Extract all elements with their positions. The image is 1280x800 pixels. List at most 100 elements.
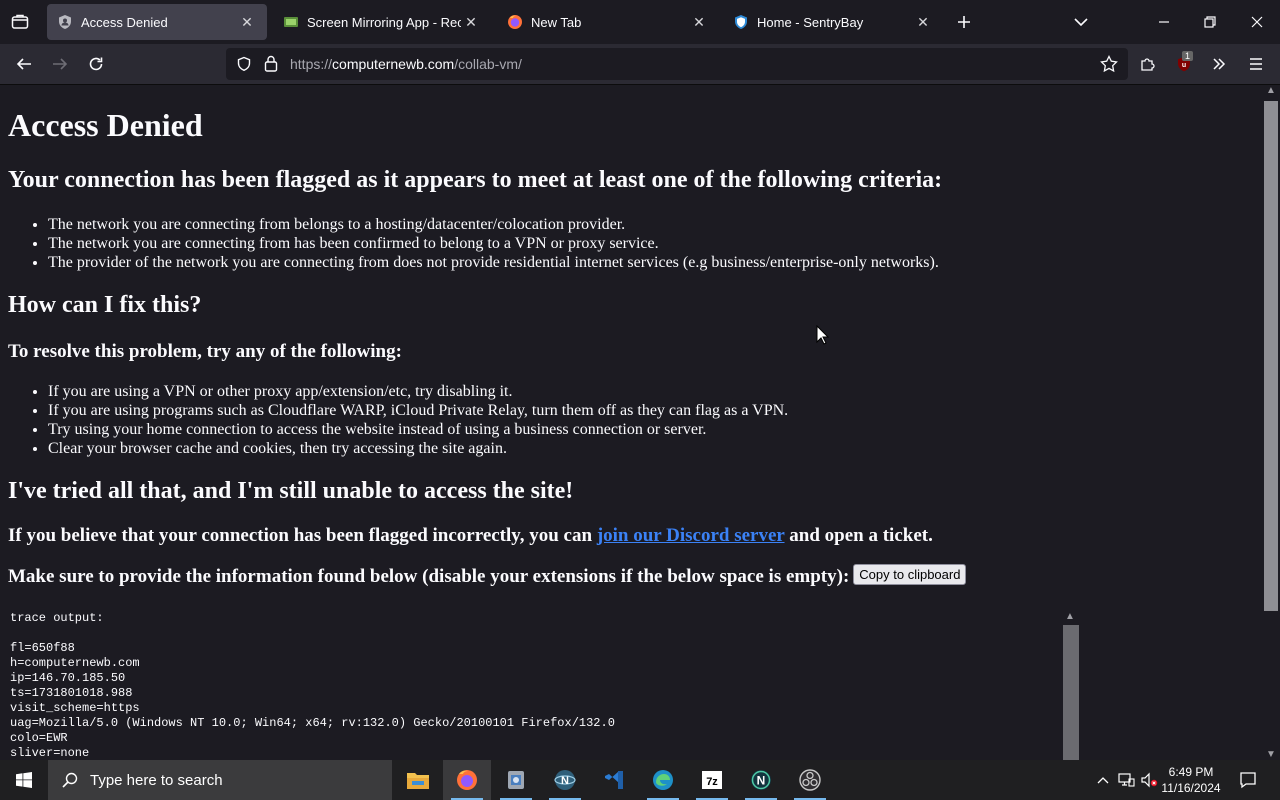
search-icon	[62, 772, 78, 788]
edge-icon	[653, 770, 673, 790]
taskbar-search-box[interactable]: Type here to search	[48, 760, 392, 800]
list-all-tabs-button[interactable]	[1063, 4, 1099, 40]
start-button[interactable]	[0, 760, 48, 800]
taskbar-obs[interactable]	[786, 760, 834, 800]
new-tab-button[interactable]	[946, 4, 982, 40]
firefox-view-icon	[11, 14, 29, 29]
reload-button[interactable]	[80, 48, 112, 80]
close-icon	[1251, 16, 1263, 28]
close-tab-icon[interactable]: ✕	[237, 12, 257, 32]
sentrybay-shield-icon	[735, 15, 747, 29]
clock-time: 6:49 PM	[1168, 765, 1214, 779]
minimize-icon	[1159, 21, 1169, 23]
taskbar-file-explorer[interactable]	[394, 760, 442, 800]
ticket-prefix: If you believe that your connection has …	[8, 525, 597, 546]
criteria-list: The network you are connecting from belo…	[48, 215, 939, 272]
visual-studio-icon	[605, 771, 623, 789]
svg-text:u: u	[1182, 62, 1186, 69]
bookmark-star-icon[interactable]	[1100, 55, 1118, 73]
tab-title: Access Denied	[81, 14, 168, 30]
url-path: /collab-vm/	[454, 56, 522, 72]
close-tab-icon[interactable]: ✕	[913, 12, 933, 32]
network-tray-button[interactable]	[1115, 760, 1137, 800]
url-text[interactable]: https://computernewb.com/collab-vm/	[290, 56, 522, 72]
discord-link[interactable]: join our Discord server	[597, 525, 785, 546]
taskbar-app-installer[interactable]	[492, 760, 540, 800]
network-app-icon: N	[554, 770, 576, 790]
app-menu-button[interactable]	[1240, 48, 1272, 80]
tab-new-tab[interactable]: New Tab ✕	[497, 4, 719, 40]
taskbar-7zip[interactable]: 7z	[688, 760, 736, 800]
tab-title: Home - SentryBay	[757, 14, 864, 30]
scroll-up-arrow-icon[interactable]: ▲	[1266, 85, 1276, 96]
puzzle-piece-icon	[1141, 58, 1155, 71]
close-tab-icon[interactable]: ✕	[461, 12, 481, 32]
page-title: Access Denied	[8, 107, 203, 143]
address-bar[interactable]: https://computernewb.com/collab-vm/	[226, 48, 1128, 80]
scrollbar-thumb[interactable]	[1063, 625, 1079, 760]
tab-screen-mirroring[interactable]: Screen Mirroring App - Receive ✕	[273, 4, 491, 40]
taskbar-firefox[interactable]	[443, 760, 491, 800]
ticket-suffix: and open a ticket.	[784, 525, 933, 546]
back-arrow-icon	[16, 58, 31, 70]
page-scrollbar[interactable]: ▲ ▼	[1262, 85, 1280, 760]
action-center-button[interactable]	[1228, 760, 1268, 800]
taskbar-network-app[interactable]: N	[541, 760, 589, 800]
taskbar-visual-studio[interactable]	[590, 760, 638, 800]
navigation-toolbar: https://computernewb.com/collab-vm/ u 1	[0, 44, 1280, 85]
volume-muted-icon	[1141, 772, 1158, 788]
back-button[interactable]	[8, 48, 40, 80]
tab-strip: Access Denied ✕ Screen Mirroring App - R…	[0, 0, 1280, 44]
url-scheme: https://	[290, 56, 333, 72]
ublock-origin-button[interactable]: u 1	[1168, 48, 1200, 80]
lock-icon[interactable]	[264, 55, 278, 72]
flagged-heading: Your connection has been flagged as it a…	[8, 167, 943, 193]
n-app-icon: N	[751, 770, 771, 790]
plus-icon	[958, 16, 970, 28]
extensions-button[interactable]	[1132, 48, 1164, 80]
7zip-icon: 7z	[702, 771, 722, 789]
firefox-view-button[interactable]	[0, 0, 40, 44]
show-hidden-icons-button[interactable]	[1094, 760, 1112, 800]
list-item: The network you are connecting from belo…	[48, 215, 939, 234]
list-item: Clear your browser cache and cookies, th…	[48, 439, 788, 458]
svg-text:N: N	[561, 775, 569, 787]
minimize-button[interactable]	[1146, 4, 1182, 40]
close-tab-icon[interactable]: ✕	[689, 12, 709, 32]
clock-date: 11/16/2024	[1161, 781, 1221, 795]
resolve-heading: To resolve this problem, try any of the …	[8, 341, 402, 362]
fixes-list: If you are using a VPN or other proxy ap…	[48, 382, 788, 458]
chevron-down-icon	[1074, 18, 1088, 27]
tab-access-denied[interactable]: Access Denied ✕	[47, 4, 267, 40]
tab-title: Screen Mirroring App - Receive	[307, 14, 461, 30]
trace-output-box[interactable]: trace output: fl=650f88 h=computernewb.c…	[0, 611, 1080, 760]
forward-button[interactable]	[44, 48, 76, 80]
scroll-down-arrow-icon[interactable]: ▼	[1266, 749, 1276, 760]
search-placeholder: Type here to search	[90, 771, 223, 789]
firefox-icon	[457, 770, 477, 790]
trace-output-text: trace output: fl=650f88 h=computernewb.c…	[10, 611, 615, 760]
provide-info-paragraph: Make sure to provide the information fou…	[8, 564, 967, 588]
tracking-protection-shield-icon[interactable]	[236, 56, 252, 72]
taskbar-clock[interactable]: 6:49 PM 11/16/2024	[1158, 764, 1224, 796]
url-host: computernewb.com	[332, 56, 455, 72]
svg-text:N: N	[757, 774, 766, 788]
restore-button[interactable]	[1192, 4, 1228, 40]
taskbar-edge[interactable]	[639, 760, 687, 800]
scroll-up-arrow-icon[interactable]: ▲	[1065, 611, 1075, 622]
close-window-button[interactable]	[1239, 4, 1275, 40]
network-icon	[1118, 773, 1135, 787]
scrollbar-thumb[interactable]	[1264, 101, 1278, 611]
volume-tray-button[interactable]	[1138, 760, 1160, 800]
more-tools-button[interactable]	[1203, 48, 1235, 80]
firefox-icon	[508, 15, 522, 29]
list-item: If you are using programs such as Cloudf…	[48, 401, 788, 420]
app-installer-icon	[508, 771, 524, 789]
tab-sentrybay[interactable]: Home - SentryBay ✕	[723, 4, 943, 40]
trace-scrollbar[interactable]: ▲	[1062, 611, 1080, 760]
list-item: Try using your home connection to access…	[48, 420, 788, 439]
provide-info-text: Make sure to provide the information fou…	[8, 566, 850, 587]
list-item: If you are using a VPN or other proxy ap…	[48, 382, 788, 401]
copy-to-clipboard-button[interactable]: Copy to clipboard	[853, 564, 967, 586]
taskbar-n-app[interactable]: N	[737, 760, 785, 800]
